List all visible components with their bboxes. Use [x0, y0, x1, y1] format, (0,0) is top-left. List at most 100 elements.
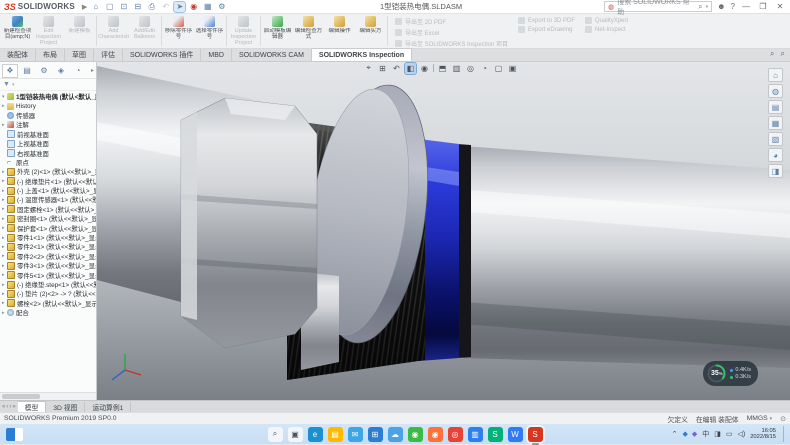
tree-item[interactable]: ⌐原点 [0, 158, 96, 167]
apply-scene-icon[interactable]: ▢ [493, 63, 504, 74]
tree-item[interactable]: ▸固定螺栓<1> (默认<<默认>_显示 [0, 205, 96, 214]
tray-blue-app-icon[interactable]: ◆ [682, 430, 687, 438]
tree-item[interactable]: ▸(-) 上盖<1> (默认<<默认>_显示状 [0, 186, 96, 195]
help-search-input[interactable]: ◍ 搜索 SOLIDWORKS 帮助 ⌕ ▾ [604, 1, 712, 12]
tree-item[interactable]: ▸(-) 温度传感器<1> (默认<<默认>_ [0, 195, 96, 204]
tab-solidworks-inspection[interactable]: SOLIDWORKS Inspection [312, 48, 412, 61]
displaymanager-tab[interactable]: ◔ [70, 64, 86, 78]
menu-flyout-arrow-icon[interactable]: ▶ [82, 3, 87, 11]
tree-root-item[interactable]: ▾1型铠装热电偶 (默认<默认_显示状态-1 [0, 92, 96, 101]
rebuild-button[interactable]: ◉ [188, 2, 199, 12]
volume-icon[interactable]: ◁) [737, 430, 745, 438]
export-item--excel[interactable]: 导出至 Excel [395, 28, 508, 37]
login-user-icon[interactable]: ☻ [717, 2, 725, 11]
tree-item[interactable]: ▸注解 [0, 120, 96, 129]
widgets-button[interactable] [6, 428, 23, 441]
ime-mode-icon[interactable]: ◨ [714, 430, 721, 438]
configurationmanager-tab[interactable]: ⚙ [36, 64, 52, 78]
section-view-icon[interactable]: ◧ [405, 63, 416, 74]
export-item-export-to-3d-pdf[interactable]: Export to 3D PDF [518, 17, 575, 24]
export-item--solidworks-inspection-[interactable]: 导出至 SOLIDWORKS Inspection 项目 [395, 39, 508, 48]
wechat-icon[interactable]: ◉ [408, 427, 423, 442]
solidworks-app-icon[interactable]: S [528, 427, 543, 442]
edge-icon[interactable]: e [308, 427, 323, 442]
tab-装配体[interactable]: 装配体 [0, 49, 36, 61]
search-icon[interactable]: ⌕ [698, 2, 702, 12]
model-3d-canvas[interactable] [97, 62, 790, 400]
panel-tab-overflow-icon[interactable]: ▸ [91, 67, 95, 74]
ribbon-button-编辑检查方式[interactable]: 编辑检查方式 [293, 14, 324, 48]
tab-nav-arrows[interactable]: «‹›» [0, 402, 18, 412]
design-library-icon[interactable]: ▤ [768, 100, 783, 114]
tree-horizontal-scrollbar[interactable] [0, 392, 96, 400]
tree-item[interactable]: ▸(-) 绝缘垫片<1> (默认<<默认>_显 [0, 177, 96, 186]
clock[interactable]: 16:05 2022/8/15 [750, 428, 776, 441]
ribbon-button-编辑实方[interactable]: 编辑实方 [355, 14, 386, 48]
close-button[interactable]: ✕ [774, 2, 786, 11]
show-desktop-button[interactable] [783, 426, 786, 442]
ribbon-button-移除零件序号[interactable]: 移除零件序号 [163, 14, 194, 48]
file-properties-button[interactable]: ▦ [202, 2, 213, 12]
performance-overlay-widget[interactable]: 35% 0.4K/s 0.3K/s [703, 361, 758, 386]
tree-item[interactable]: ▸外壳 (2)<1> (默认<<默认>_显示状 [0, 167, 96, 176]
tree-item[interactable]: ▸零件2<1> (默认<<默认>_显示状态 [0, 242, 96, 251]
tree-item[interactable]: 上视基准面 [0, 139, 96, 148]
hide-show-items-icon[interactable]: ◎ [465, 63, 476, 74]
save-button[interactable]: ⊟ [132, 2, 143, 12]
tree-item[interactable]: ▸零件5<1> (默认<<默认>_显示状态 [0, 270, 96, 279]
command-zoom-icon[interactable]: ⌕ [781, 49, 785, 59]
view-palette-icon[interactable]: ▧ [768, 132, 783, 146]
tree-item[interactable]: ▸(-) 绝缘垫.step<1> (默认<<默认 [0, 280, 96, 289]
solidworks-resources-icon[interactable]: ◍ [768, 84, 783, 98]
edit-appearance-icon[interactable]: ◔ [479, 63, 490, 74]
dimxpertmanager-tab[interactable]: ◈ [53, 64, 69, 78]
tree-item[interactable]: ▸配合 [0, 308, 96, 317]
ribbon-button-启动模板编辑器[interactable]: 启动模板编辑器 [262, 14, 293, 48]
security-shield-icon[interactable]: ◆ [692, 430, 697, 438]
tree-item[interactable]: ▸密封圈<1> (默认<<默认>_显示状 [0, 214, 96, 223]
tree-item[interactable]: ▸零件3<1> (默认<<默认>_显示状态 [0, 261, 96, 270]
tab-评估[interactable]: 评估 [94, 49, 123, 61]
mail-icon[interactable]: ✉ [348, 427, 363, 442]
zoom-area-icon[interactable]: ⊞ [377, 63, 388, 74]
view-orientation-icon[interactable]: ⬒ [437, 63, 448, 74]
tab-mbd[interactable]: MBD [201, 49, 232, 61]
propertymanager-tab[interactable]: ▤ [19, 64, 35, 78]
select-button[interactable]: ➤ [174, 2, 185, 12]
ribbon-button-新建模板[interactable]: 新建模板 [64, 14, 95, 48]
ribbon-button-编辑操作[interactable]: 编辑操作 [324, 14, 355, 48]
tree-item[interactable]: ▸零件1<1> (默认<<默认>_显示状态 [0, 233, 96, 242]
tree-item[interactable]: ▸零件2<2> (默认<<默认>_显示状态 [0, 252, 96, 261]
new-document-button[interactable]: ▢ [104, 2, 115, 12]
tree-filter[interactable]: ▼ ▾ [0, 79, 96, 91]
tree-item[interactable]: ▸(-) 垫片 (2)<2> -> ? (默认<<默认 [0, 289, 96, 298]
print-button[interactable]: ⎙ [146, 2, 157, 12]
doc-tab-3d-视图[interactable]: 3D 视图 [46, 402, 85, 412]
export-item-net-inspect[interactable]: Net-Inspect [585, 26, 628, 33]
home-button[interactable]: ⌂ [90, 2, 101, 12]
featuremanager-tab[interactable]: ❖ [2, 64, 18, 78]
status-units[interactable]: MMGS ▾ [747, 415, 773, 422]
tab-草图[interactable]: 草图 [65, 49, 94, 61]
help-button[interactable]: ? [731, 2, 735, 11]
ribbon-button-update-inspection-project[interactable]: Update Inspection Project [228, 14, 259, 48]
display-tray-icon[interactable]: ▭ [726, 430, 733, 438]
tab-布局[interactable]: 布局 [36, 49, 65, 61]
options-button[interactable]: ⚙ [216, 2, 227, 12]
open-button[interactable]: ⊡ [118, 2, 129, 12]
browser-orange-icon[interactable]: ◉ [428, 427, 443, 442]
home-tab-icon[interactable]: ⌂ [768, 68, 783, 82]
doc-tab-运动算例1[interactable]: 运动算例1 [85, 402, 131, 412]
display-style-icon[interactable]: ▥ [451, 63, 462, 74]
tree-item[interactable]: ▸History [0, 101, 96, 110]
appearances-icon[interactable]: ◕ [768, 148, 783, 162]
tree-item[interactable]: 右视基准面 [0, 148, 96, 157]
onedrive-icon[interactable]: ☁ [388, 427, 403, 442]
tab-solidworks-插件[interactable]: SOLIDWORKS 插件 [123, 49, 201, 61]
view-settings-icon[interactable]: ▣ [507, 63, 518, 74]
doc-tab-模型[interactable]: 模型 [18, 401, 47, 412]
scrollbar-thumb[interactable] [2, 394, 40, 399]
dynamic-annotation-icon[interactable]: ◉ [419, 63, 430, 74]
start-button[interactable] [248, 427, 263, 442]
file-explorer-icon[interactable]: ▤ [328, 427, 343, 442]
